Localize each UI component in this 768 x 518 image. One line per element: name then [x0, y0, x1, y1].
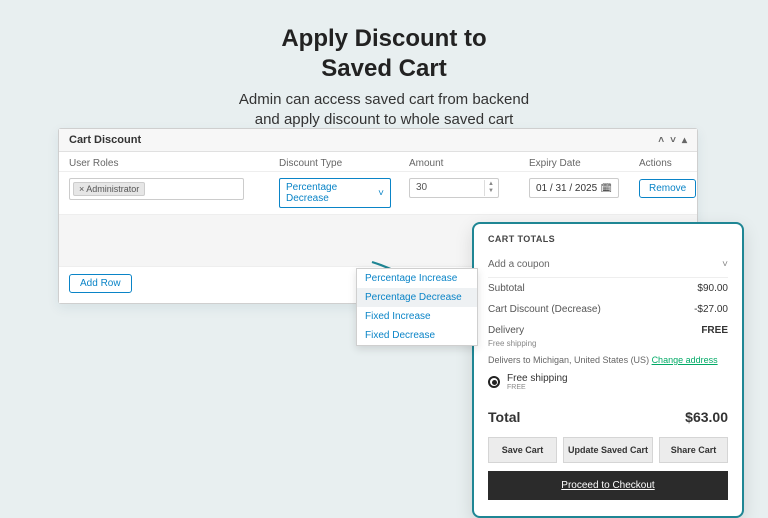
user-roles-input[interactable]: × Administrator: [69, 178, 244, 200]
subtotal-row: Subtotal $90.00: [488, 278, 728, 299]
title-line-2: Saved Cart: [321, 55, 446, 82]
subtotal-value: $90.00: [697, 283, 728, 294]
save-cart-button[interactable]: Save Cart: [488, 437, 557, 463]
col-user-roles: User Roles: [69, 158, 279, 169]
discount-type-select[interactable]: Percentage Decrease ˅: [279, 178, 391, 208]
amount-value: 30: [416, 182, 427, 193]
add-row-button[interactable]: Add Row: [69, 274, 132, 293]
expiry-value: 01 / 31 / 2025: [536, 183, 597, 194]
panel-header: Cart Discount ˄ ˅ ▴: [59, 129, 697, 152]
discount-row: × Administrator Percentage Decrease ˅ 30…: [59, 172, 697, 214]
subtitle-line-1: Admin can access saved cart from backend: [239, 91, 529, 108]
role-tag-administrator[interactable]: × Administrator: [73, 182, 145, 196]
chevron-down-icon: ˅: [722, 259, 728, 270]
shipping-option-label: Free shipping: [507, 373, 568, 384]
delivery-value: FREE: [701, 325, 728, 336]
option-percentage-increase[interactable]: Percentage Increase: [357, 269, 477, 288]
discount-row: Cart Discount (Decrease) -$27.00: [488, 299, 728, 320]
collapse-icon[interactable]: ˄: [658, 135, 664, 146]
discount-label: Cart Discount (Decrease): [488, 304, 601, 315]
discount-value: -$27.00: [694, 304, 728, 315]
option-fixed-increase[interactable]: Fixed Increase: [357, 307, 477, 326]
cart-totals-card: CART TOTALS Add a coupon ˅ Subtotal $90.…: [472, 222, 744, 518]
amount-spinner[interactable]: ▲▼: [484, 180, 497, 196]
chevron-down-icon: ˅: [378, 188, 384, 199]
page-title: Apply Discount to Saved Cart: [0, 24, 768, 84]
panel-title: Cart Discount: [69, 134, 141, 146]
col-amount: Amount: [409, 158, 529, 169]
share-cart-button[interactable]: Share Cart: [659, 437, 728, 463]
column-headers: User Roles Discount Type Amount Expiry D…: [59, 152, 697, 172]
update-saved-cart-button[interactable]: Update Saved Cart: [563, 437, 653, 463]
remove-button[interactable]: Remove: [639, 179, 696, 198]
coupon-label: Add a coupon: [488, 259, 550, 270]
total-value: $63.00: [685, 409, 728, 425]
col-discount-type: Discount Type: [279, 158, 409, 169]
shipping-option-radio[interactable]: Free shipping FREE: [488, 369, 728, 399]
page-subtitle: Admin can access saved cart from backend…: [0, 90, 768, 131]
option-percentage-decrease[interactable]: Percentage Decrease: [357, 288, 477, 307]
calendar-icon: 🗓: [601, 183, 612, 194]
subtitle-line-2: and apply discount to whole saved cart: [255, 111, 514, 128]
subtotal-label: Subtotal: [488, 283, 525, 294]
proceed-to-checkout-button[interactable]: Proceed to Checkout: [488, 471, 728, 500]
shipping-option-sublabel: FREE: [507, 384, 568, 391]
col-expiry: Expiry Date: [529, 158, 639, 169]
option-fixed-decrease[interactable]: Fixed Decrease: [357, 326, 477, 345]
delivers-to-text: Delivers to Michigan, United States (US): [488, 355, 652, 365]
col-actions: Actions: [639, 158, 709, 169]
panel-menu-icon[interactable]: ▴: [682, 135, 687, 146]
total-label: Total: [488, 409, 520, 425]
amount-input[interactable]: 30 ▲▼: [409, 178, 499, 198]
delivery-label: Delivery: [488, 325, 524, 336]
expand-icon[interactable]: ˅: [670, 135, 676, 146]
total-row: Total $63.00: [488, 399, 728, 433]
delivery-note: Free shipping: [488, 339, 728, 348]
add-coupon-row[interactable]: Add a coupon ˅: [488, 252, 728, 278]
discount-type-value: Percentage Decrease: [286, 182, 378, 204]
cart-totals-title: CART TOTALS: [488, 234, 728, 244]
discount-type-dropdown: Percentage Increase Percentage Decrease …: [356, 268, 478, 346]
change-address-link[interactable]: Change address: [652, 355, 718, 365]
panel-tools: ˄ ˅ ▴: [658, 135, 687, 146]
expiry-date-input[interactable]: 01 / 31 / 2025 🗓: [529, 178, 619, 198]
title-line-1: Apply Discount to: [281, 25, 486, 52]
delivery-row: Delivery FREE: [488, 320, 728, 341]
radio-dot-icon: [488, 376, 500, 388]
cart-action-buttons: Save Cart Update Saved Cart Share Cart: [488, 437, 728, 463]
delivers-to: Delivers to Michigan, United States (US)…: [488, 348, 728, 369]
